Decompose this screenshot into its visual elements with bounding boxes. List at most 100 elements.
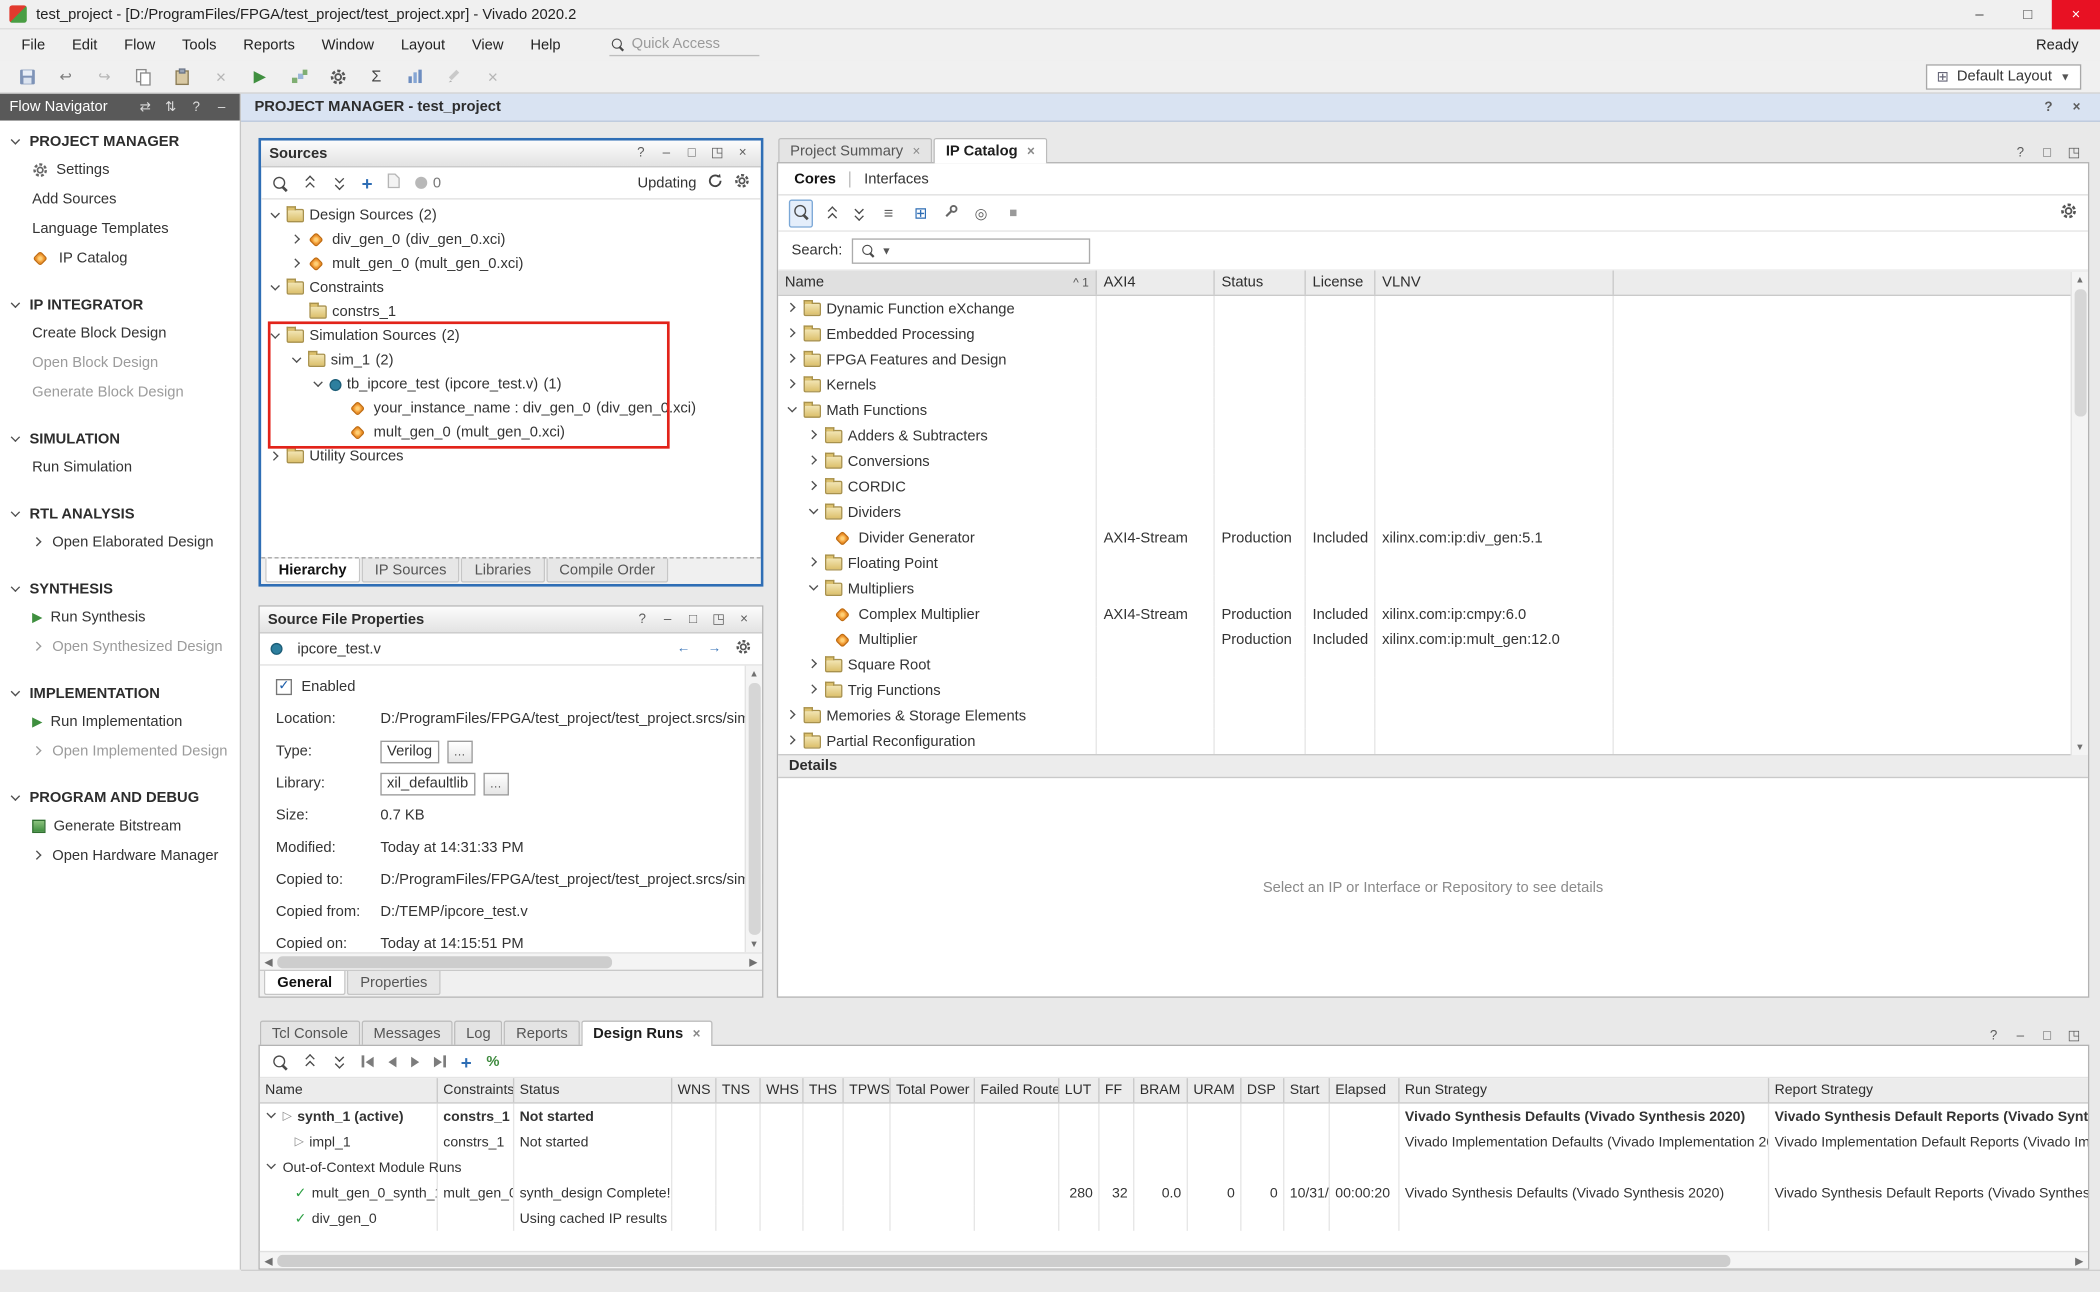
- menu-view[interactable]: View: [458, 29, 516, 60]
- column-header[interactable]: URAM: [1188, 1078, 1242, 1102]
- flownav-item-run-implementation[interactable]: ▶Run Implementation: [0, 707, 240, 736]
- ip-row[interactable]: Embedded Processing: [778, 321, 2088, 346]
- settings-gear-icon[interactable]: [2060, 202, 2077, 223]
- chevron-down-icon[interactable]: [786, 404, 798, 416]
- run-icon[interactable]: ▶: [246, 63, 273, 90]
- library-browse-button[interactable]: …: [483, 772, 508, 795]
- flownav-item-run-simulation[interactable]: Run Simulation: [0, 453, 240, 482]
- column-header[interactable]: LUT: [1059, 1078, 1099, 1102]
- stop-icon[interactable]: ■: [1003, 203, 1023, 223]
- flownav-item-language-templates[interactable]: Language Templates: [0, 214, 240, 243]
- chevron-right-icon[interactable]: [32, 745, 44, 757]
- column-header-axi4[interactable]: AXI4: [1097, 271, 1215, 295]
- tab-ip-sources[interactable]: IP Sources: [361, 558, 460, 582]
- tab-tcl-console[interactable]: Tcl Console: [260, 1021, 360, 1046]
- search-icon[interactable]: [789, 199, 813, 227]
- chevron-right-icon[interactable]: [808, 659, 820, 671]
- tab-hierarchy[interactable]: Hierarchy: [265, 558, 360, 582]
- scrollbar-thumb[interactable]: [277, 956, 612, 968]
- scroll-left-icon[interactable]: ◀: [260, 956, 277, 968]
- redo-icon[interactable]: ↪: [91, 63, 118, 90]
- tab-log[interactable]: Log: [454, 1021, 503, 1046]
- skip-to-last-icon[interactable]: [434, 1055, 446, 1067]
- ip-row[interactable]: Floating Point: [778, 550, 2088, 575]
- section-header[interactable]: PROGRAM AND DEBUG: [0, 785, 240, 812]
- ip-row[interactable]: Divider GeneratorAXI4-StreamProductionIn…: [778, 525, 2088, 550]
- tree-item-mult-gen-0-sim[interactable]: mult_gen_0(mult_gen_0.xci): [261, 421, 761, 445]
- edit-pencil-icon[interactable]: [441, 63, 468, 90]
- menu-file[interactable]: File: [8, 29, 59, 60]
- column-header[interactable]: Name: [260, 1078, 438, 1102]
- flownav-item-generate-bitstream[interactable]: Generate Bitstream: [0, 812, 240, 841]
- flownav-item-run-synthesis[interactable]: ▶Run Synthesis: [0, 603, 240, 632]
- flownav-item-open-elaborated-design[interactable]: Open Elaborated Design: [0, 528, 240, 557]
- design-run-row[interactable]: ✓mult_gen_0_synth_1 mult_gen_0synth_desi…: [260, 1180, 2088, 1205]
- ip-row[interactable]: Memories & Storage Elements: [778, 703, 2088, 728]
- section-header[interactable]: IP INTEGRATOR: [0, 292, 240, 319]
- close-icon[interactable]: ×: [2067, 97, 2087, 117]
- minimize-window-button[interactable]: –: [1955, 0, 2003, 29]
- run-step-icon[interactable]: [411, 1056, 419, 1067]
- menu-window[interactable]: Window: [308, 29, 387, 60]
- column-header[interactable]: Report Strategy: [1769, 1078, 2088, 1102]
- tree-item-mult-gen-0[interactable]: mult_gen_0(mult_gen_0.xci): [261, 252, 761, 276]
- quick-access-input[interactable]: Quick Access: [609, 34, 759, 55]
- customize-wrench-icon[interactable]: [943, 203, 959, 223]
- ip-row[interactable]: Square Root: [778, 652, 2088, 677]
- help-icon[interactable]: ?: [2038, 97, 2058, 117]
- column-header[interactable]: DSP: [1242, 1078, 1285, 1102]
- column-header[interactable]: THS: [804, 1078, 844, 1102]
- copy-icon[interactable]: [130, 63, 157, 90]
- flownav-item-ip-catalog[interactable]: IP Catalog: [0, 244, 240, 273]
- chevron-right-icon[interactable]: [786, 735, 798, 747]
- menu-layout[interactable]: Layout: [387, 29, 458, 60]
- collapse-all-icon[interactable]: [303, 174, 318, 191]
- column-header[interactable]: BRAM: [1134, 1078, 1188, 1102]
- column-header[interactable]: FF: [1100, 1078, 1135, 1102]
- minimize-icon[interactable]: –: [2010, 1026, 2030, 1046]
- refresh-icon[interactable]: [707, 173, 723, 193]
- maximize-icon[interactable]: ◳: [707, 143, 727, 163]
- minimize-icon[interactable]: –: [658, 609, 678, 629]
- chevron-right-icon[interactable]: [291, 258, 303, 270]
- tree-item-sim-1[interactable]: sim_1(2): [261, 348, 761, 372]
- design-run-group-row[interactable]: Out-of-Context Module Runs: [260, 1154, 2088, 1179]
- close-icon[interactable]: ×: [734, 609, 754, 629]
- tab-libraries[interactable]: Libraries: [461, 558, 544, 582]
- hierarchy-view-icon[interactable]: ≡: [879, 203, 899, 223]
- chevron-right-icon[interactable]: [786, 354, 798, 366]
- flownav-item-open-implemented-design[interactable]: Open Implemented Design: [0, 737, 240, 766]
- close-icon[interactable]: ×: [1027, 144, 1035, 159]
- tab-ip-catalog[interactable]: IP Catalog×: [934, 138, 1047, 163]
- run-steps-icon[interactable]: [285, 63, 312, 90]
- toggle-icon[interactable]: ⇄: [137, 100, 154, 115]
- subtab-cores[interactable]: Cores: [794, 171, 836, 187]
- menu-help[interactable]: Help: [517, 29, 574, 60]
- percent-icon[interactable]: %: [486, 1053, 499, 1069]
- expand-all-icon[interactable]: [332, 174, 347, 191]
- tab-messages[interactable]: Messages: [361, 1021, 452, 1046]
- column-header[interactable]: Constraints: [438, 1078, 514, 1102]
- menu-edit[interactable]: Edit: [59, 29, 111, 60]
- maximize-icon[interactable]: ◳: [2064, 143, 2084, 163]
- chevron-right-icon[interactable]: [269, 451, 281, 463]
- step-back-icon[interactable]: [388, 1056, 396, 1067]
- column-header[interactable]: Start: [1284, 1078, 1330, 1102]
- enabled-checkbox[interactable]: [276, 679, 292, 695]
- column-header[interactable]: Total Power: [891, 1078, 975, 1102]
- ip-row[interactable]: Trig Functions: [778, 678, 2088, 703]
- scroll-up-icon[interactable]: ▲: [749, 666, 758, 682]
- chevron-right-icon[interactable]: [32, 850, 44, 862]
- chevron-right-icon[interactable]: [32, 536, 44, 548]
- tree-item-div-gen-0[interactable]: div_gen_0(div_gen_0.xci): [261, 228, 761, 252]
- close-icon[interactable]: ×: [693, 1027, 701, 1042]
- search-icon[interactable]: [272, 1053, 288, 1069]
- ip-row[interactable]: Partial Reconfiguration: [778, 729, 2088, 754]
- tab-compile-order[interactable]: Compile Order: [546, 558, 669, 582]
- ip-row[interactable]: Adders & Subtracters: [778, 423, 2088, 448]
- tree-item-your-instance-name[interactable]: your_instance_name : div_gen_0(div_gen_0…: [261, 396, 761, 420]
- float-icon[interactable]: □: [683, 609, 703, 629]
- chevron-right-icon[interactable]: [786, 328, 798, 340]
- flownav-item-create-block-design[interactable]: Create Block Design: [0, 319, 240, 348]
- expand-all-icon[interactable]: [332, 1053, 347, 1070]
